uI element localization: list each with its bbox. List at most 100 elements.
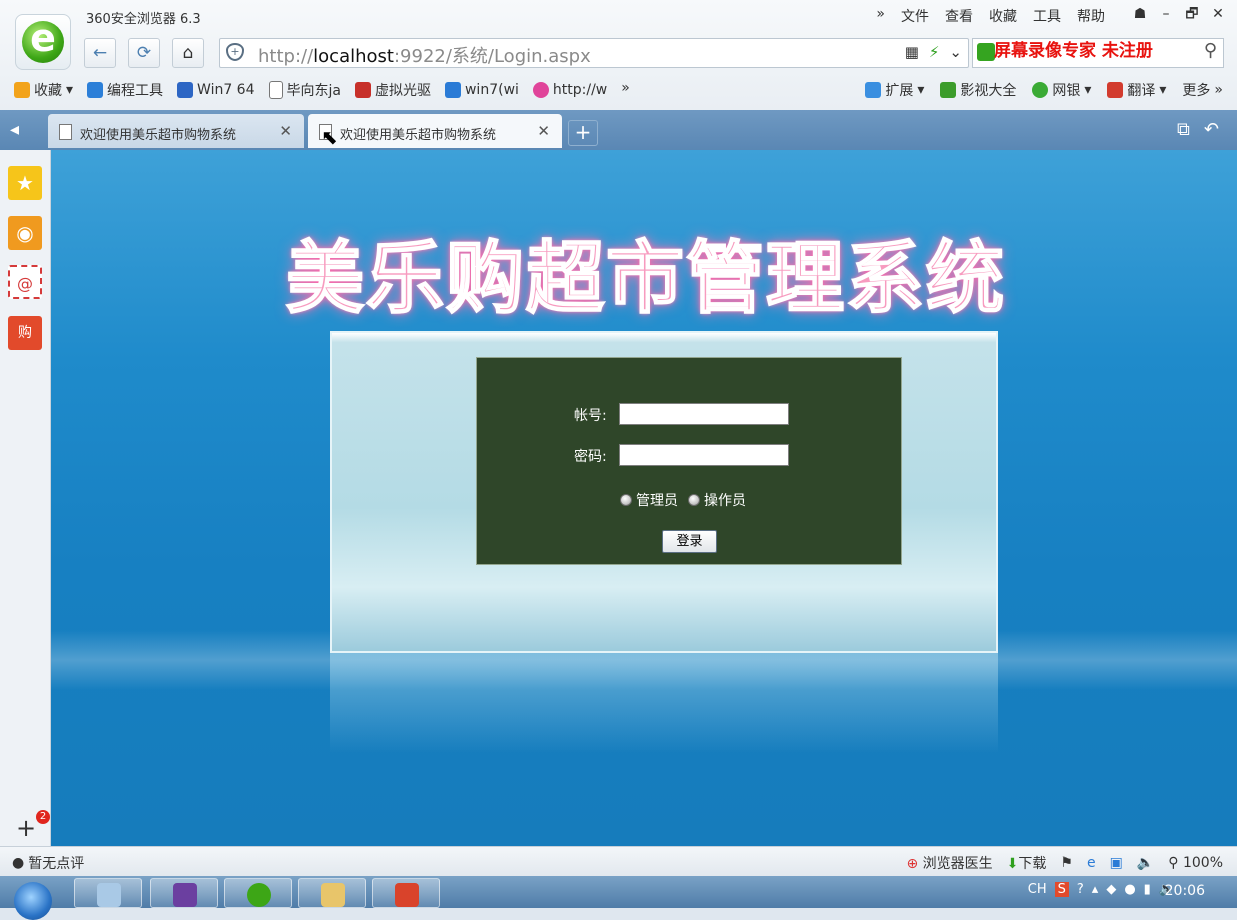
tab-strip: ◂ 欢迎使用美乐超市购物系统 ✕ 欢迎使用美乐超市购物系统 ✕ + ⧉ ↶ bbox=[0, 110, 1237, 150]
ie-mode-icon[interactable]: e bbox=[1087, 855, 1096, 871]
bookmarks-overflow-icon[interactable]: » bbox=[621, 80, 630, 100]
radio-icon[interactable] bbox=[620, 494, 632, 506]
tab-label: 欢迎使用美乐超市购物系统 bbox=[340, 128, 497, 143]
qr-code-icon[interactable]: ▦ bbox=[905, 43, 919, 61]
new-tab-button[interactable]: + bbox=[568, 120, 598, 146]
search-engine-icon[interactable] bbox=[977, 43, 995, 61]
clock[interactable]: 20:06 bbox=[1165, 883, 1205, 899]
close-tab-icon[interactable]: ✕ bbox=[279, 122, 292, 140]
account-input[interactable] bbox=[619, 403, 789, 425]
zoom-control[interactable]: ⚲ 100% bbox=[1168, 855, 1223, 871]
doctor-icon: ⊕ bbox=[906, 856, 919, 872]
tab-label: 欢迎使用美乐超市购物系统 bbox=[80, 128, 237, 143]
address-bar[interactable]: + http://localhost:9922/系统/Login.aspx ▦ … bbox=[219, 38, 969, 68]
browser-doctor[interactable]: ⊕ 浏览器医生 bbox=[906, 853, 992, 873]
tab-welcome-1[interactable]: 欢迎使用美乐超市购物系统 ✕ bbox=[48, 114, 304, 148]
tray-help-icon[interactable]: ? bbox=[1077, 882, 1084, 897]
more-shortcut[interactable]: 更多 » bbox=[1182, 80, 1223, 100]
window-icon[interactable]: ▣ bbox=[1110, 855, 1123, 871]
security-shield-icon[interactable]: + bbox=[226, 43, 244, 61]
menu-favorites[interactable]: 收藏 bbox=[989, 6, 1017, 26]
taskbar-app-360-browser[interactable] bbox=[224, 878, 292, 908]
system-tray: CH S ? ▴ ◆ ● ▮ 🔈 bbox=[1028, 882, 1175, 897]
extensions-menu[interactable]: 扩展 ▾ bbox=[865, 80, 924, 100]
bookmarks-bar: 收藏 ▾ 编程工具 Win7 64 毕向东ja 虚拟光驱 win7(wi htt… bbox=[14, 80, 630, 100]
bookmark-item[interactable]: win7(wi bbox=[444, 80, 519, 100]
role-radio-operator[interactable]: 操作员 bbox=[688, 490, 746, 510]
bookmark-favorites[interactable]: 收藏 ▾ bbox=[14, 80, 73, 100]
weibo-icon[interactable]: ◉ bbox=[8, 216, 42, 250]
login-button[interactable]: 登录 bbox=[662, 530, 717, 553]
flag-icon[interactable]: ⚑ bbox=[1060, 855, 1073, 871]
translate-shortcut[interactable]: 翻译 ▾ bbox=[1107, 80, 1166, 100]
folder-icon bbox=[87, 82, 104, 98]
login-panel-reflection bbox=[330, 653, 998, 753]
restore-button[interactable]: 🗗 bbox=[1181, 4, 1203, 24]
home-button[interactable]: ⌂ bbox=[172, 38, 204, 68]
menu-view[interactable]: 查看 bbox=[945, 6, 973, 26]
bookmark-item[interactable]: 编程工具 bbox=[87, 80, 163, 100]
rating-status[interactable]: ● 暂无点评 bbox=[12, 853, 84, 873]
favorites-icon bbox=[14, 82, 30, 98]
role-radio-admin[interactable]: 管理员 bbox=[620, 490, 678, 510]
shopping-icon[interactable]: 购 bbox=[8, 316, 42, 350]
add-sidebar-icon[interactable]: + bbox=[16, 814, 36, 842]
explorer-icon bbox=[97, 883, 121, 907]
menu-help[interactable]: 帮助 bbox=[1077, 6, 1105, 26]
address-dropdown-icon[interactable]: ⌄ bbox=[949, 43, 962, 61]
close-window-button[interactable]: ✕ bbox=[1207, 4, 1229, 24]
recorder-watermark: 屏幕录像专家 未注册 bbox=[994, 41, 1153, 61]
taskbar: CH S ? ▴ ◆ ● ▮ 🔈 20:06 bbox=[0, 876, 1237, 920]
refresh-button[interactable]: ⟳ bbox=[128, 38, 160, 68]
undo-close-icon[interactable]: ↶ bbox=[1204, 119, 1219, 140]
minimize-button[interactable]: – bbox=[1155, 4, 1177, 24]
downloads[interactable]: ⬇下载 bbox=[1007, 853, 1047, 873]
taskbar-app-folder[interactable] bbox=[298, 878, 366, 908]
tray-network-icon[interactable]: ▮ bbox=[1144, 882, 1151, 897]
bookmark-item[interactable]: Win7 64 bbox=[177, 80, 255, 100]
tab-list-icon[interactable]: ⧉ bbox=[1177, 119, 1190, 140]
tray-s-icon[interactable]: S bbox=[1054, 882, 1069, 897]
bookmark-item[interactable]: 虚拟光驱 bbox=[354, 80, 431, 100]
start-button[interactable] bbox=[14, 882, 52, 920]
favorites-star-icon[interactable]: ★ bbox=[8, 166, 42, 200]
search-icon[interactable]: ⚲ bbox=[1204, 40, 1217, 61]
bookmark-item[interactable]: http://w bbox=[532, 80, 607, 100]
rating-icon: ● bbox=[12, 855, 25, 871]
recorder-icon bbox=[395, 883, 419, 907]
password-label: 密码: bbox=[574, 449, 607, 465]
password-input[interactable] bbox=[619, 444, 789, 466]
menu-overflow-icon[interactable]: » bbox=[876, 6, 885, 26]
tray-expand-icon[interactable]: ▴ bbox=[1092, 882, 1099, 897]
taskbar-app-visual-studio[interactable] bbox=[150, 878, 218, 908]
back-button[interactable]: ← bbox=[84, 38, 116, 68]
speed-mode-icon[interactable]: ⚡ bbox=[929, 43, 940, 61]
mail-icon[interactable]: @ bbox=[8, 265, 42, 299]
language-indicator[interactable]: CH bbox=[1028, 882, 1047, 897]
bank-shortcut[interactable]: 网银 ▾ bbox=[1032, 80, 1091, 100]
globe-icon bbox=[444, 82, 461, 98]
visual-studio-icon bbox=[173, 883, 197, 907]
taskbar-app-explorer[interactable] bbox=[74, 878, 142, 908]
tab-back-icon[interactable]: ◂ bbox=[10, 119, 19, 140]
url-text[interactable]: http://localhost:9922/系统/Login.aspx bbox=[258, 42, 591, 68]
tray-apps-icon[interactable]: ◆ bbox=[1106, 882, 1116, 897]
grid-icon bbox=[865, 82, 882, 98]
tab-welcome-2-active[interactable]: 欢迎使用美乐超市购物系统 ✕ bbox=[308, 114, 562, 148]
video-shortcut[interactable]: 影视大全 bbox=[940, 80, 1016, 100]
window-controls: ☗ – 🗗 ✕ bbox=[1129, 4, 1229, 24]
close-tab-icon[interactable]: ✕ bbox=[537, 122, 550, 140]
menu-bar: » 文件 查看 收藏 工具 帮助 bbox=[876, 6, 1105, 26]
volume-icon[interactable]: 🔈 bbox=[1137, 855, 1154, 871]
paw-icon bbox=[177, 82, 194, 98]
folder-icon bbox=[321, 883, 345, 907]
heart-icon bbox=[532, 82, 549, 98]
bookmark-item[interactable]: 毕向东ja bbox=[268, 80, 341, 100]
tray-qq-icon[interactable]: ● bbox=[1124, 882, 1135, 897]
page-viewport: 美乐购超市管理系统 帐号: 密码: 管理员 操作员 登录 bbox=[51, 150, 1237, 846]
menu-tools[interactable]: 工具 bbox=[1033, 6, 1061, 26]
skin-icon[interactable]: ☗ bbox=[1129, 4, 1151, 24]
menu-file[interactable]: 文件 bbox=[901, 6, 929, 26]
radio-icon[interactable] bbox=[688, 494, 700, 506]
taskbar-app-recorder[interactable] bbox=[372, 878, 440, 908]
